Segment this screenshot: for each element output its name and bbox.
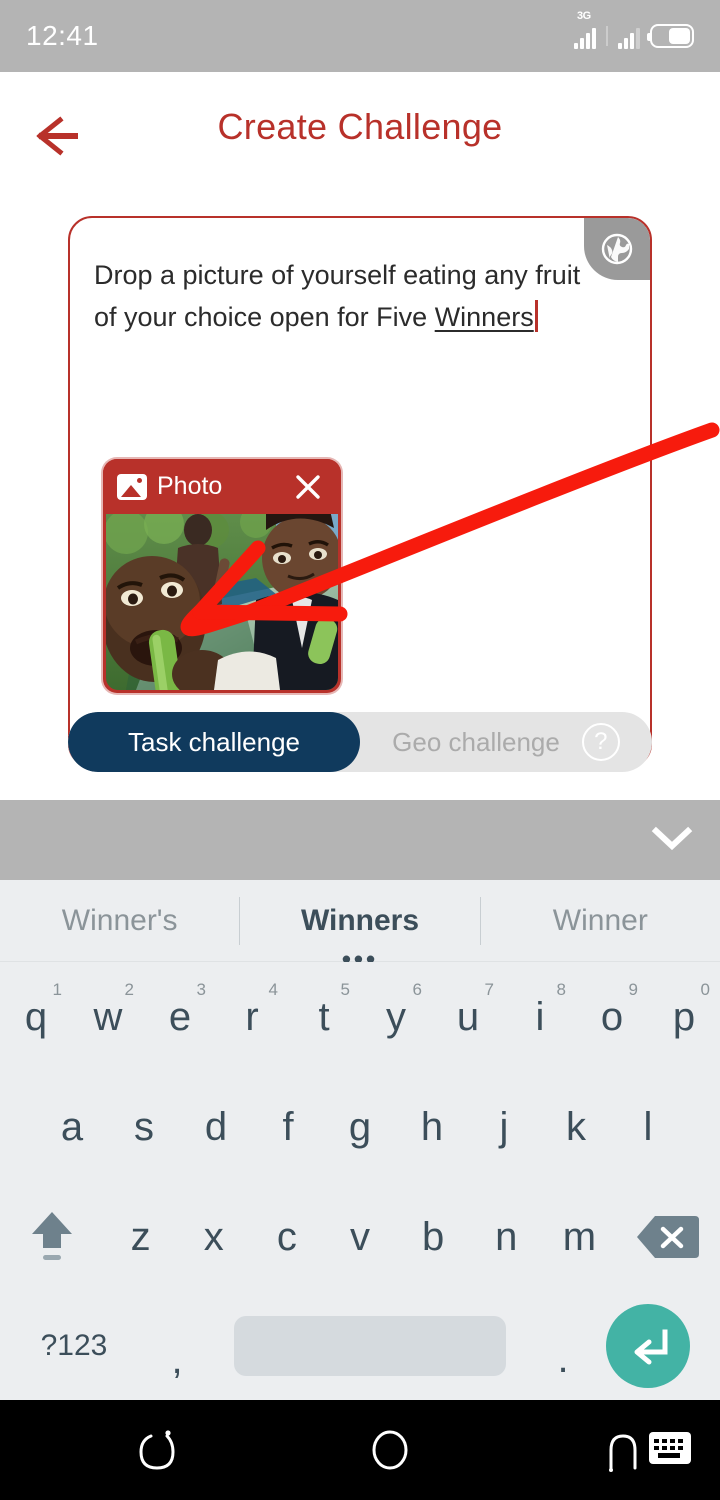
status-icons: 3G [574, 10, 694, 49]
key-d[interactable]: d [180, 1072, 252, 1182]
key-x[interactable]: x [177, 1182, 250, 1292]
enter-key-icon[interactable] [606, 1304, 690, 1388]
key-o[interactable]: 9o [576, 962, 648, 1072]
signal-bars-icon: 3G [574, 10, 596, 49]
key-q-number: 1 [52, 980, 62, 999]
key-e-number: 3 [196, 980, 206, 999]
image-icon [117, 473, 147, 500]
photo-attachment-header: Photo [103, 459, 341, 514]
key-n[interactable]: n [470, 1182, 543, 1292]
spacebar-key[interactable] [234, 1316, 506, 1376]
suggestion-item-0[interactable]: Winner's [0, 904, 239, 938]
status-bar: 12:41 3G [0, 0, 720, 72]
page-title: Create Challenge [217, 106, 503, 147]
key-q-label: q [24, 994, 48, 1039]
key-u[interactable]: 7u [432, 962, 504, 1072]
key-t-number: 5 [340, 980, 350, 999]
signal-divider [606, 26, 608, 46]
key-w-label: w [93, 994, 123, 1039]
key-b[interactable]: b [397, 1182, 470, 1292]
suggestion-item-1-label: Winners [300, 903, 420, 937]
photo-attachment[interactable]: Photo [103, 459, 341, 693]
network-type-label: 3G [577, 10, 591, 22]
status-time: 12:41 [26, 20, 99, 51]
key-g[interactable]: g [324, 1072, 396, 1182]
key-j[interactable]: j [468, 1072, 540, 1182]
suggestion-item-1[interactable]: Winners ••• [240, 903, 479, 972]
keyboard-row-4: ?123 , . [0, 1292, 720, 1400]
key-c[interactable]: c [250, 1182, 323, 1292]
keyboard-icon[interactable] [648, 1431, 692, 1470]
key-k[interactable]: k [540, 1072, 612, 1182]
backspace-key-icon[interactable] [616, 1182, 720, 1292]
home-icon[interactable] [293, 1426, 486, 1474]
key-r[interactable]: 4r [216, 962, 288, 1072]
key-i-label: i [535, 994, 545, 1039]
key-p-label: p [672, 994, 696, 1039]
key-t-label: t [318, 994, 330, 1039]
text-cursor [534, 300, 538, 332]
key-r-number: 4 [268, 980, 278, 999]
key-y-label: y [386, 994, 406, 1039]
battery-icon [647, 24, 694, 48]
keyboard-collapse-band [0, 800, 720, 880]
on-screen-keyboard[interactable]: 1q 2w 3e 4r 5t 6y 7u 8i 9o 0p a s d f g … [0, 962, 720, 1400]
shift-key-icon[interactable] [0, 1182, 104, 1292]
challenge-text-underlined: Winners [434, 302, 534, 332]
key-p-number: 0 [700, 980, 710, 999]
recents-icon[interactable] [60, 1426, 253, 1474]
key-e-label: e [168, 994, 192, 1039]
key-u-number: 7 [484, 980, 494, 999]
help-question-label: ? [594, 728, 608, 755]
keyboard-row-1: 1q 2w 3e 4r 5t 6y 7u 8i 9o 0p [0, 962, 720, 1072]
help-question-icon[interactable]: ? [581, 723, 620, 761]
key-w[interactable]: 2w [72, 962, 144, 1072]
key-o-number: 9 [628, 980, 638, 999]
key-y[interactable]: 6y [360, 962, 432, 1072]
tab-geo-challenge[interactable]: Geo challenge ? [360, 712, 652, 772]
app-header: Create Challenge [0, 72, 720, 198]
challenge-description-text[interactable]: Drop a picture of yourself eating any fr… [94, 254, 604, 338]
tab-task-challenge-label: Task challenge [128, 726, 300, 757]
key-o-label: o [600, 994, 624, 1039]
key-q[interactable]: 1q [0, 962, 72, 1072]
close-icon[interactable] [293, 472, 323, 502]
key-z[interactable]: z [104, 1182, 177, 1292]
chevron-down-icon[interactable] [650, 823, 694, 858]
challenge-type-toggle[interactable]: Task challenge Geo challenge ? [68, 712, 652, 772]
tab-geo-challenge-label: Geo challenge [392, 726, 560, 757]
tab-task-challenge[interactable]: Task challenge [68, 712, 360, 772]
symbols-key[interactable]: ?123 [14, 1329, 134, 1363]
key-y-number: 6 [412, 980, 422, 999]
key-p[interactable]: 0p [648, 962, 720, 1072]
key-m[interactable]: m [543, 1182, 616, 1292]
key-u-label: u [456, 994, 480, 1039]
key-comma[interactable]: , [134, 1310, 220, 1383]
key-v[interactable]: v [323, 1182, 396, 1292]
key-period[interactable]: . [520, 1311, 606, 1382]
suggestion-strip[interactable]: Winner's Winners ••• Winner [0, 880, 720, 972]
key-e[interactable]: 3e [144, 962, 216, 1072]
key-t[interactable]: 5t [288, 962, 360, 1072]
key-a[interactable]: a [36, 1072, 108, 1182]
key-w-number: 2 [124, 980, 134, 999]
key-h[interactable]: h [396, 1072, 468, 1182]
photo-thumbnail[interactable] [106, 514, 338, 690]
key-r-label: r [245, 994, 259, 1039]
key-s[interactable]: s [108, 1072, 180, 1182]
signal-bars-icon-2 [618, 23, 640, 49]
keyboard-row-3: z x c v b n m [0, 1182, 720, 1292]
key-i-number: 8 [556, 980, 566, 999]
key-l[interactable]: l [612, 1072, 684, 1182]
key-f[interactable]: f [252, 1072, 324, 1182]
challenge-card: Drop a picture of yourself eating any fr… [68, 216, 652, 768]
photo-attachment-label: Photo [157, 472, 223, 500]
keyboard-row-2: a s d f g h j k l [0, 1072, 720, 1182]
suggestion-item-2[interactable]: Winner [481, 904, 720, 938]
system-navigation-bar [0, 1400, 720, 1500]
key-i[interactable]: 8i [504, 962, 576, 1072]
